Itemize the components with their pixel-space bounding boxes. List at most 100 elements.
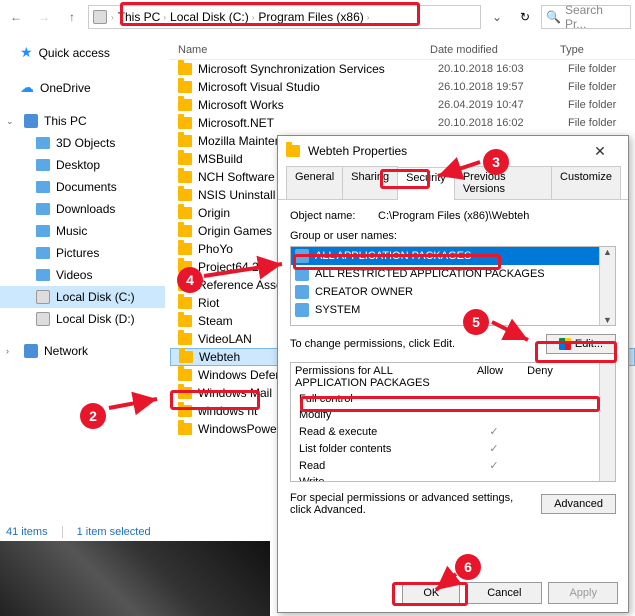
network[interactable]: ›Network xyxy=(0,340,165,362)
folder-icon xyxy=(178,63,192,75)
folder-icon xyxy=(36,159,50,171)
group-item[interactable]: ALL RESTRICTED APPLICATION PACKAGES xyxy=(291,265,615,283)
chevron-down-icon[interactable]: ⌄ xyxy=(6,116,16,127)
folder-icon xyxy=(178,387,192,399)
col-type[interactable]: Type xyxy=(560,44,630,56)
item-count: 41 items xyxy=(6,526,48,538)
ok-button[interactable]: OK xyxy=(402,582,460,604)
column-headers[interactable]: Name Date modified Type xyxy=(170,40,635,60)
object-name-value: C:\Program Files (x86)\Webteh xyxy=(378,210,529,222)
breadcrumb[interactable]: › This PC› Local Disk (C:)› Program File… xyxy=(88,5,481,29)
onedrive[interactable]: ☁OneDrive xyxy=(0,75,165,100)
disk-icon xyxy=(36,312,50,326)
dialog-title: Webteh Properties xyxy=(308,144,572,158)
deny-header: Deny xyxy=(515,365,565,389)
group-icon xyxy=(295,267,309,281)
nav-item[interactable]: Downloads xyxy=(0,198,165,220)
crumb-this-pc[interactable]: This PC› xyxy=(118,10,166,24)
folder-icon xyxy=(36,137,50,149)
nav-item[interactable]: Pictures xyxy=(0,242,165,264)
nav-item[interactable]: Local Disk (D:) xyxy=(0,308,165,330)
up-button[interactable]: ↑ xyxy=(60,5,84,29)
dialog-titlebar[interactable]: Webteh Properties ✕ xyxy=(278,136,628,166)
status-bar: 41 items 1 item selected xyxy=(6,526,151,538)
folder-icon xyxy=(178,135,192,147)
allow-header: Allow xyxy=(465,365,515,389)
folder-icon xyxy=(178,405,192,417)
advanced-hint: For special permissions or advanced sett… xyxy=(290,492,533,516)
folder-icon xyxy=(178,81,192,93)
tab-customize[interactable]: Customize xyxy=(551,166,621,199)
close-button[interactable]: ✕ xyxy=(580,143,620,160)
search-input[interactable]: 🔍 Search Pr... xyxy=(541,5,631,29)
group-icon xyxy=(295,285,309,299)
breadcrumb-dropdown[interactable]: ⌄ xyxy=(485,5,509,29)
advanced-button[interactable]: Advanced xyxy=(541,494,616,514)
chevron-right-icon[interactable]: › xyxy=(6,346,16,356)
this-pc[interactable]: ⌄This PC xyxy=(0,110,165,132)
network-icon xyxy=(24,344,38,358)
permission-row: Write xyxy=(291,474,615,482)
tab-general[interactable]: General xyxy=(286,166,343,199)
scrollbar[interactable] xyxy=(599,363,615,481)
folder-icon xyxy=(178,243,192,255)
back-button[interactable]: ← xyxy=(4,5,28,29)
permission-row: Modify xyxy=(291,407,615,423)
star-icon: ★ xyxy=(20,44,33,61)
folder-icon xyxy=(178,423,192,435)
group-label: Group or user names: xyxy=(290,230,616,242)
scrollbar[interactable] xyxy=(599,247,615,325)
cancel-button[interactable]: Cancel xyxy=(466,582,542,604)
col-date[interactable]: Date modified xyxy=(430,44,560,56)
permission-row: Full control xyxy=(291,391,615,407)
permission-row: List folder contents✓ xyxy=(291,440,615,457)
group-icon xyxy=(295,303,309,317)
folder-row[interactable]: Microsoft Visual Studio26.10.2018 19:57F… xyxy=(170,78,635,96)
tab-security[interactable]: Security xyxy=(397,167,455,200)
folder-row[interactable]: Microsoft.NET20.10.2018 16:02File folder xyxy=(170,114,635,132)
folder-icon xyxy=(286,145,300,157)
check-icon: ✓ xyxy=(469,459,519,472)
group-item[interactable]: ALL APPLICATION PACKAGES xyxy=(291,247,615,265)
object-name-label: Object name: xyxy=(290,210,370,222)
group-list[interactable]: ALL APPLICATION PACKAGESALL RESTRICTED A… xyxy=(290,246,616,326)
folder-icon xyxy=(36,247,50,259)
folder-icon xyxy=(179,351,193,363)
chevron-right-icon: › xyxy=(111,13,114,22)
address-bar: ← → ↑ › This PC› Local Disk (C:)› Progra… xyxy=(0,2,635,32)
folder-icon xyxy=(36,225,50,237)
crumb-local-disk-c[interactable]: Local Disk (C:)› xyxy=(170,10,254,24)
apply-button[interactable]: Apply xyxy=(548,582,618,604)
cloud-icon: ☁ xyxy=(20,79,34,96)
folder-icon xyxy=(178,99,192,111)
refresh-button[interactable]: ↻ xyxy=(513,5,537,29)
folder-icon xyxy=(178,261,192,273)
folder-row[interactable]: Microsoft Works26.04.2019 10:47File fold… xyxy=(170,96,635,114)
folder-icon xyxy=(178,207,192,219)
folder-icon xyxy=(178,171,192,183)
group-item[interactable]: CREATOR OWNER xyxy=(291,283,615,301)
folder-row[interactable]: Microsoft Synchronization Services20.10.… xyxy=(170,60,635,78)
nav-item[interactable]: Music xyxy=(0,220,165,242)
quick-access[interactable]: ★Quick access xyxy=(0,40,165,65)
edit-button[interactable]: Edit... xyxy=(546,334,616,354)
nav-item[interactable]: 3D Objects xyxy=(0,132,165,154)
dialog-tabs: GeneralSharingSecurityPrevious VersionsC… xyxy=(278,166,628,200)
tab-sharing[interactable]: Sharing xyxy=(342,166,398,199)
forward-button[interactable]: → xyxy=(32,5,56,29)
crumb-program-files-x86[interactable]: Program Files (x86)› xyxy=(258,10,369,24)
folder-icon xyxy=(178,315,192,327)
tab-previous-versions[interactable]: Previous Versions xyxy=(454,166,552,199)
check-icon: ✓ xyxy=(469,442,519,455)
col-name[interactable]: Name xyxy=(170,44,430,56)
disk-icon xyxy=(93,10,107,24)
permissions-list[interactable]: Permissions for ALL APPLICATION PACKAGES… xyxy=(290,362,616,482)
folder-icon xyxy=(36,181,50,193)
group-item[interactable]: SYSTEM xyxy=(291,301,615,319)
dialog-buttons: OK Cancel Apply xyxy=(402,582,618,604)
nav-item[interactable]: Documents xyxy=(0,176,165,198)
edit-hint: To change permissions, click Edit. xyxy=(290,338,455,350)
nav-item[interactable]: Local Disk (C:) xyxy=(0,286,165,308)
nav-item[interactable]: Desktop xyxy=(0,154,165,176)
nav-item[interactable]: Videos xyxy=(0,264,165,286)
